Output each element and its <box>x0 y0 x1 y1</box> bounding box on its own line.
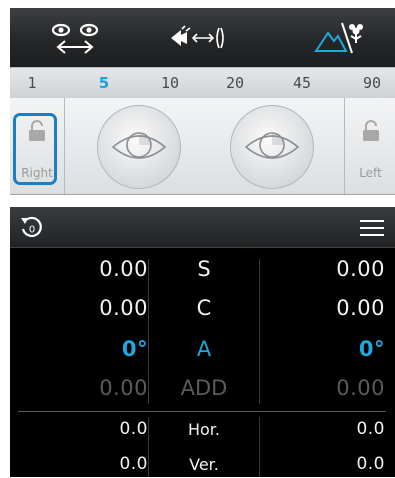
eyes-distance-button[interactable] <box>30 8 120 67</box>
left-axis-value[interactable]: 0° <box>359 337 385 361</box>
right-sphere-value[interactable]: 0.00 <box>99 257 148 281</box>
left-eye-lock-button[interactable]: Left <box>346 98 395 194</box>
vertical-prism-row: 0.0 Ver. 0.0 <box>10 454 395 478</box>
scale-option-5[interactable]: 5 <box>84 68 124 99</box>
reset-icon[interactable]: 0 <box>19 215 45 241</box>
add-row: 0.00 ADD 0.00 <box>10 376 395 406</box>
right-eye-label: Right <box>21 166 53 180</box>
unlock-icon <box>362 120 379 141</box>
left-horizontal-value[interactable]: 0.0 <box>356 419 385 439</box>
left-eye-button[interactable] <box>230 105 314 189</box>
left-vertical-value[interactable]: 0.0 <box>356 454 385 474</box>
right-eye-button[interactable] <box>97 105 181 189</box>
divider <box>64 98 65 194</box>
scale-option-10[interactable]: 10 <box>150 68 190 99</box>
hand-swipe-icon <box>171 24 224 48</box>
top-toolbar <box>10 8 395 68</box>
axis-label: A <box>196 337 212 361</box>
eye-selector-panel: Right Left <box>10 98 395 195</box>
axis-row: 0° A 0° <box>10 337 395 367</box>
hand-swipe-button[interactable] <box>155 8 245 67</box>
add-label: ADD <box>180 376 228 400</box>
sphere-label: S <box>197 257 211 281</box>
prescription-panel: 0 0.00 S 0.00 0.00 C 0.00 0° A 0° 0.00 A… <box>10 207 395 477</box>
right-cylinder-value[interactable]: 0.00 <box>99 296 148 320</box>
unlock-icon <box>29 120 45 141</box>
reset-badge: 0 <box>29 225 35 236</box>
right-axis-value[interactable]: 0° <box>122 337 148 361</box>
scale-option-45[interactable]: 45 <box>282 68 322 99</box>
sphere-row: 0.00 S 0.00 <box>10 257 395 287</box>
left-sphere-value[interactable]: 0.00 <box>336 257 385 281</box>
mountain-flower-icon <box>314 22 363 53</box>
section-divider <box>18 411 386 412</box>
right-vertical-value[interactable]: 0.0 <box>119 454 148 474</box>
menu-icon[interactable] <box>360 219 384 237</box>
divider <box>344 98 345 194</box>
right-add-value[interactable]: 0.00 <box>99 376 148 400</box>
left-add-value[interactable]: 0.00 <box>336 376 385 400</box>
right-horizontal-value[interactable]: 0.0 <box>119 419 148 439</box>
cylinder-row: 0.00 C 0.00 <box>10 296 395 326</box>
left-eye-label: Left <box>359 166 382 180</box>
cylinder-label: C <box>196 296 212 320</box>
eyes-distance-icon <box>51 23 99 54</box>
panel-header: 0 <box>10 207 395 248</box>
horizontal-label: Hor. <box>187 420 220 439</box>
left-cylinder-value[interactable]: 0.00 <box>336 296 385 320</box>
horizontal-prism-row: 0.0 Hor. 0.0 <box>10 419 395 445</box>
right-eye-lock-button[interactable]: Right <box>10 98 64 194</box>
scale-option-20[interactable]: 20 <box>215 68 255 99</box>
eye-icon <box>244 132 300 159</box>
scale-option-90[interactable]: 90 <box>352 68 392 99</box>
near-far-button[interactable] <box>295 8 385 67</box>
vertical-label: Ver. <box>189 455 219 474</box>
scale-option-1[interactable]: 1 <box>12 68 52 99</box>
distance-scale: 1 5 10 20 45 90 <box>10 67 395 100</box>
eye-icon <box>111 132 167 159</box>
